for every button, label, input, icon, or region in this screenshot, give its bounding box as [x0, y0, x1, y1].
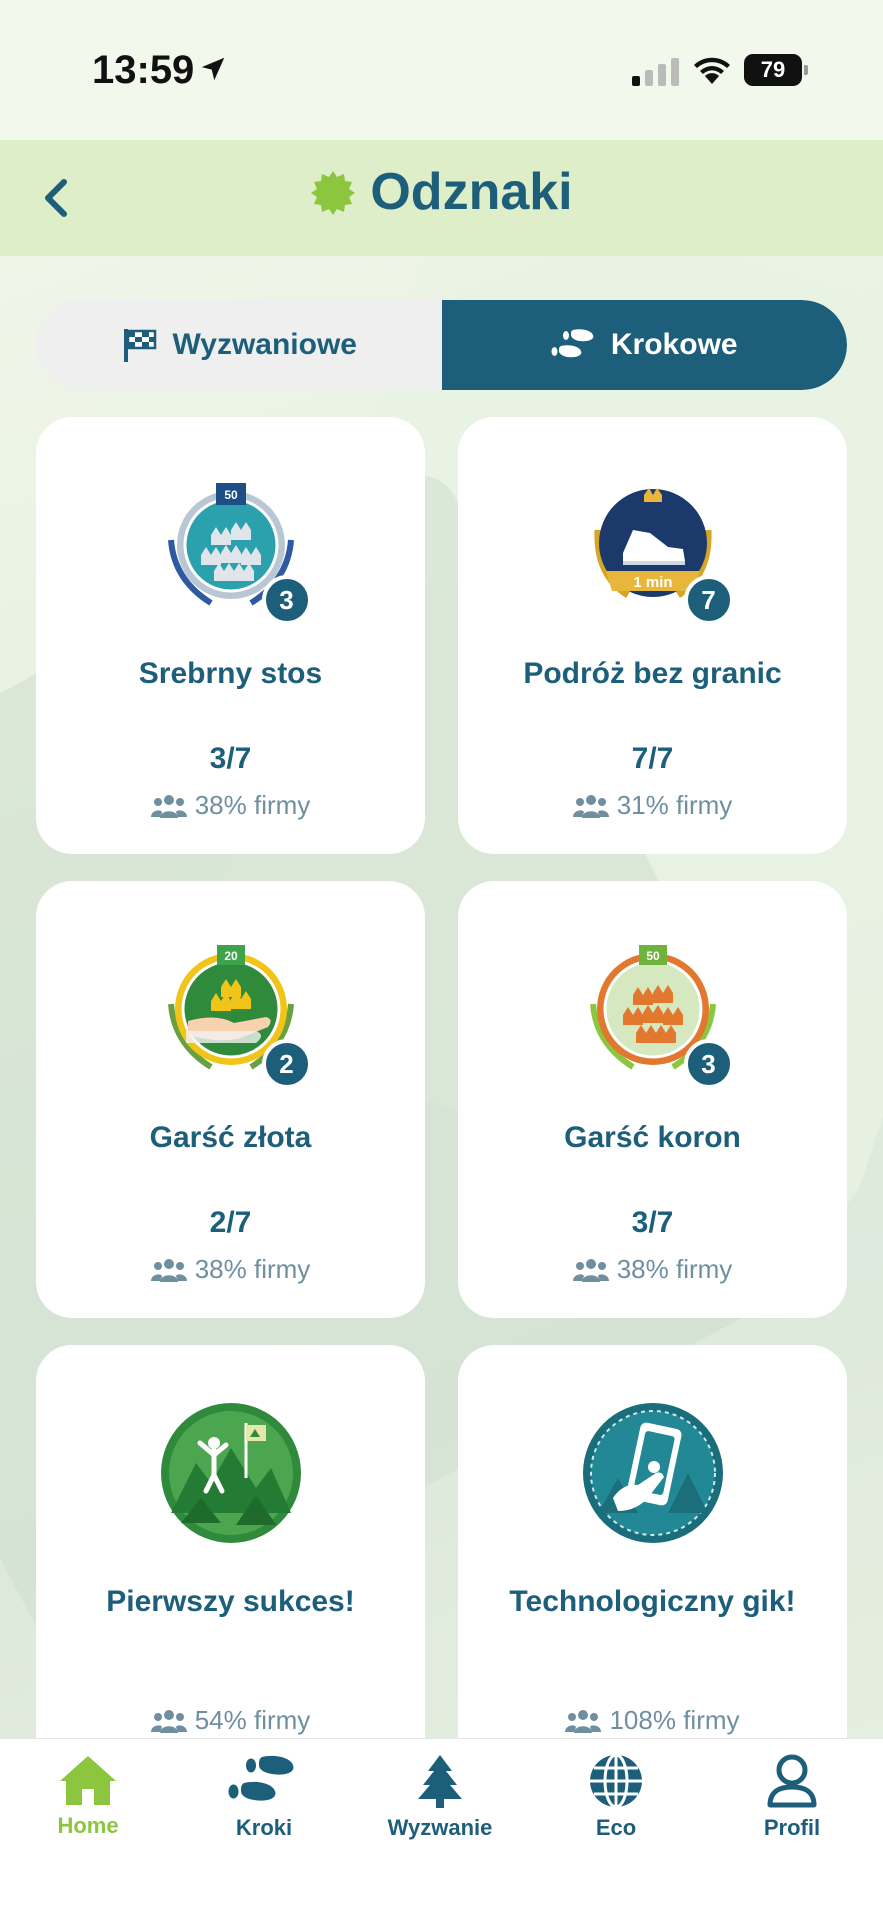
badge-card[interactable]: 1 min 7 Podróż bez granic 7/7 31% firmy — [458, 417, 847, 854]
badge-icon — [311, 171, 356, 215]
tab-home[interactable]: Home — [0, 1753, 176, 1839]
svg-text:50: 50 — [646, 949, 660, 963]
badge-card[interactable]: 50 3 Garść koron 3/7 38% firmy — [458, 881, 847, 1318]
svg-text:1 min: 1 min — [633, 574, 672, 591]
badge-image — [156, 1403, 306, 1553]
battery-indicator: 79 — [744, 54, 808, 86]
badge-progress: 2/7 — [209, 1206, 252, 1239]
users-icon — [150, 1258, 187, 1282]
tab-wyzwanie[interactable]: Wyzwanie — [352, 1753, 528, 1841]
badge-percent-text: 38% firmy — [616, 1254, 733, 1284]
badge-name: Pierwszy sukces! — [106, 1585, 355, 1618]
tab-wyzwaniowe-label: Wyzwaniowe — [172, 328, 357, 361]
badge-name: Srebrny stos — [138, 657, 323, 690]
badge-percent-text: 54% firmy — [194, 1705, 311, 1735]
badge-name: Garść złota — [149, 1121, 312, 1154]
badge-count: 3 — [261, 575, 312, 625]
users-icon — [565, 1709, 602, 1733]
globe-icon — [590, 1753, 642, 1809]
badge-company-percent: 38% firmy — [458, 1254, 847, 1285]
badge-company-percent: 38% firmy — [36, 790, 425, 821]
badge-name: Garść koron — [564, 1121, 741, 1154]
user-icon — [767, 1754, 817, 1808]
badge-image: 20 2 — [156, 939, 312, 1089]
page-title: Odznaki — [370, 163, 573, 221]
tab-wyzwanie-label: Wyzwanie — [387, 1815, 493, 1840]
badge-company-percent: 108% firmy — [458, 1705, 847, 1736]
badge-image: 50 3 — [156, 475, 312, 625]
badge-progress: 3/7 — [631, 1206, 674, 1239]
badge-card[interactable]: Pierwszy sukces! 54% firmy — [36, 1345, 425, 1782]
svg-text:20: 20 — [224, 949, 238, 963]
badge-card[interactable]: 20 2 Garść złota 2/7 38% firmy — [36, 881, 425, 1318]
badge-percent-text: 108% firmy — [609, 1705, 740, 1735]
badge-card[interactable]: Technologiczny gik! 108% firmy — [458, 1345, 847, 1782]
badge-image — [578, 1403, 728, 1553]
footsteps-icon — [228, 1755, 294, 1801]
tab-eco-label: Eco — [595, 1815, 637, 1840]
tab-krokowe[interactable]: Krokowe — [441, 300, 847, 390]
first-success-badge-icon — [160, 1403, 301, 1543]
tech-geek-badge-icon — [582, 1403, 723, 1543]
users-icon — [572, 794, 609, 818]
home-icon — [60, 1756, 116, 1805]
tab-profil-label: Profil — [763, 1815, 821, 1840]
badge-progress: 7/7 — [631, 742, 674, 775]
svg-text:50: 50 — [224, 488, 238, 502]
badge-name: Technologiczny gik! — [509, 1585, 796, 1618]
badge-name: Podróż bez granic — [523, 657, 782, 690]
badge-percent-text: 38% firmy — [194, 790, 311, 820]
badges-grid: 50 3 Srebrny stos 3/7 38% firmy 1 min 7 … — [36, 417, 847, 1782]
users-icon — [572, 1258, 609, 1282]
tab-wyzwaniowe[interactable]: Wyzwaniowe — [36, 300, 442, 390]
tab-profil[interactable]: Profil — [704, 1753, 880, 1841]
signal-icon — [632, 58, 679, 86]
badge-percent-text: 38% firmy — [194, 1254, 311, 1284]
badge-image: 1 min 7 — [578, 475, 734, 625]
badge-count: 3 — [683, 1039, 734, 1089]
users-icon — [150, 1709, 187, 1733]
tab-eco[interactable]: Eco — [528, 1753, 704, 1841]
page-title-wrap: Odznaki — [0, 162, 883, 222]
status-bar: 13:59 79 — [0, 0, 883, 140]
badge-count: 2 — [261, 1039, 312, 1089]
header: Odznaki — [0, 140, 883, 256]
tab-krokowe-label: Krokowe — [610, 328, 738, 361]
checkered-flag-icon — [123, 329, 156, 362]
location-arrow-icon — [201, 57, 225, 81]
badge-company-percent: 54% firmy — [36, 1705, 425, 1736]
badge-card[interactable]: 50 3 Srebrny stos 3/7 38% firmy — [36, 417, 425, 854]
wifi-icon — [694, 57, 730, 84]
tab-home-label: Home — [57, 1813, 119, 1838]
badge-count: 7 — [683, 575, 734, 625]
users-icon — [150, 794, 187, 818]
status-time: 13:59 — [92, 48, 195, 92]
tab-kroki[interactable]: Kroki — [176, 1753, 352, 1841]
badge-company-percent: 38% firmy — [36, 1254, 425, 1285]
footsteps-icon — [551, 329, 594, 358]
badge-percent-text: 31% firmy — [616, 790, 733, 820]
badge-progress: 3/7 — [209, 742, 252, 775]
tree-icon — [418, 1755, 462, 1808]
badge-type-switch: Wyzwaniowe Krokowe — [36, 300, 847, 390]
badge-company-percent: 31% firmy — [458, 790, 847, 821]
badge-image: 50 3 — [578, 939, 734, 1089]
tab-kroki-label: Kroki — [235, 1815, 293, 1840]
bottom-tab-bar: Home Kroki Wyzwanie Eco Profil — [0, 1738, 883, 1920]
